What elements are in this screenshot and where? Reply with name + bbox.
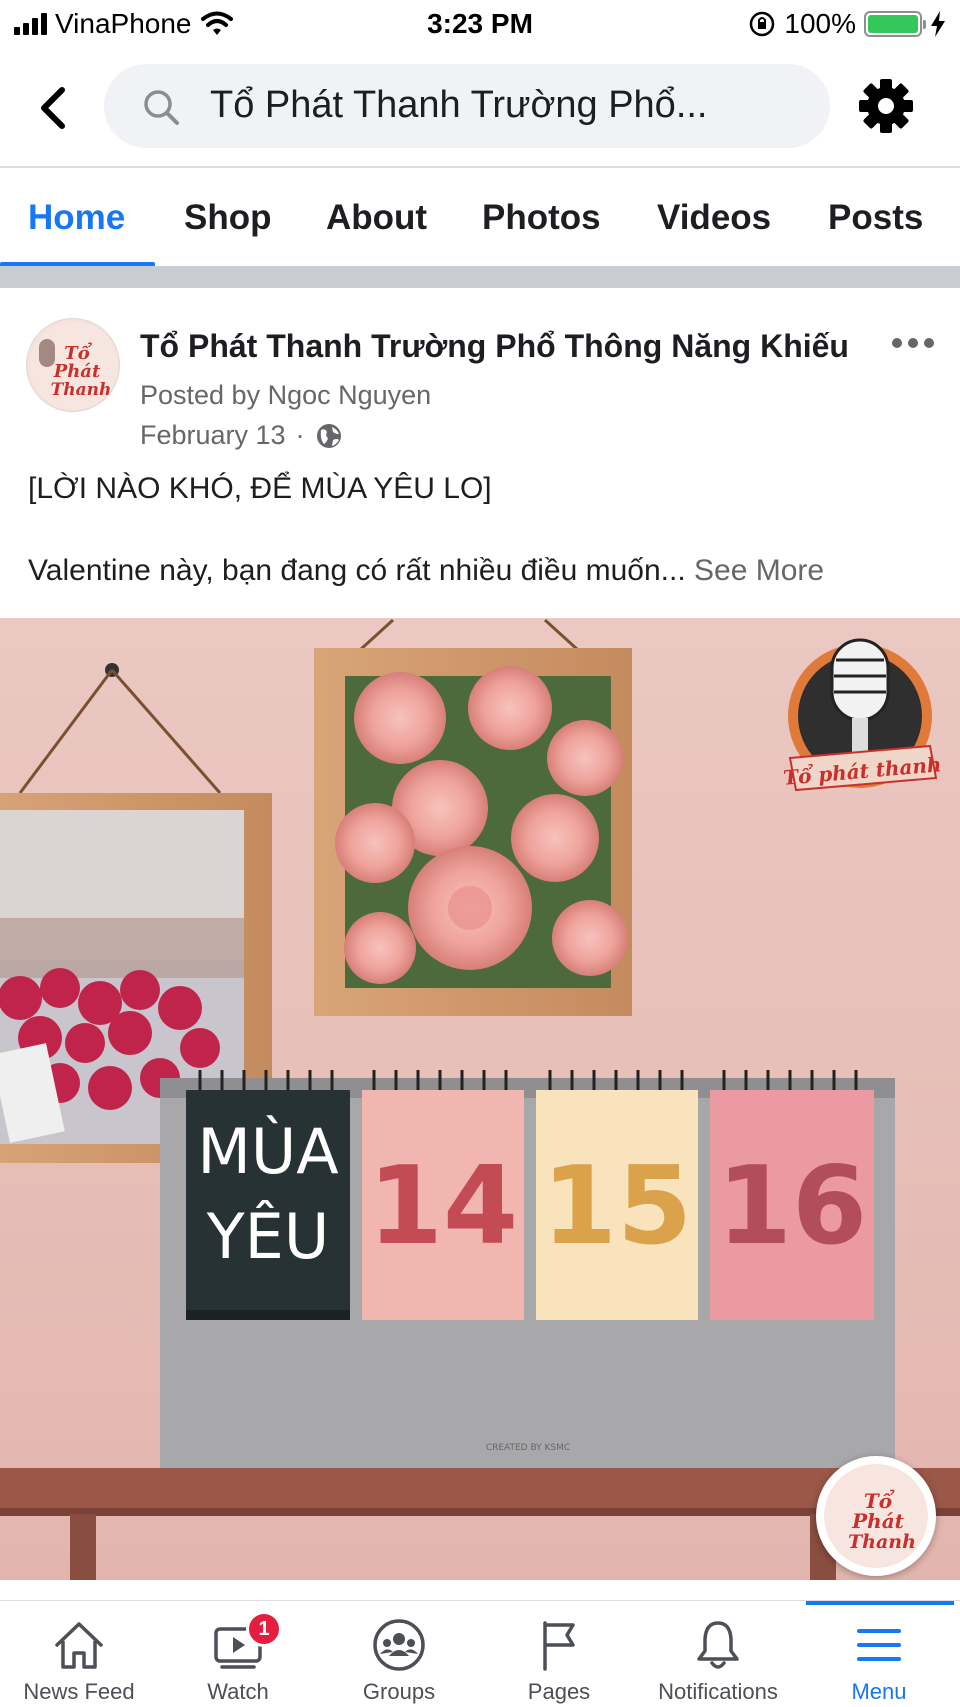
more-options-icon[interactable]: [892, 338, 934, 352]
page-tabs: Home Shop About Photos Videos Posts: [0, 168, 960, 268]
post-headline: [LỜI NÀO KHÓ, ĐỂ MÙA YÊU LO]: [28, 472, 492, 505]
search-header: Tổ Phát Thanh Trường Phổ...: [0, 56, 960, 166]
bottom-nav-bar: News Feed 1 Watch Groups Pages Notificat…: [0, 1600, 960, 1707]
tab-videos[interactable]: Videos: [657, 198, 771, 238]
floating-avatar-logo: Tổ Phát Thanh: [824, 1464, 928, 1568]
bell-icon: [697, 1621, 739, 1669]
posted-by: Posted by Ngoc Nguyen: [140, 380, 432, 410]
nav-groups[interactable]: Groups: [319, 1615, 479, 1705]
svg-text:Thanh: Thanh: [848, 1531, 916, 1553]
svg-text:Phát: Phát: [53, 361, 101, 382]
active-nav-indicator: [806, 1601, 954, 1605]
nav-label-groups: Groups: [362, 1679, 436, 1704]
nav-label-menu: Menu: [851, 1679, 907, 1704]
nav-pages[interactable]: Pages: [479, 1615, 639, 1705]
svg-text:CREATED BY KSMC: CREATED BY KSMC: [486, 1443, 570, 1453]
nav-notifications[interactable]: Notifications: [638, 1615, 798, 1705]
avatar-logo: Tổ Phát Thanh: [30, 322, 118, 410]
search-query: Tổ Phát Thanh Trường Phổ...: [210, 84, 708, 126]
search-input[interactable]: Tổ Phát Thanh Trường Phổ...: [104, 64, 830, 148]
post-body: Valentine này, bạn đang có rất nhiều điề…: [28, 554, 824, 588]
svg-text:Thanh: Thanh: [51, 380, 112, 400]
battery-icon: [864, 11, 926, 37]
calendar-card-14: 14: [368, 1144, 518, 1269]
tab-photos[interactable]: Photos: [482, 198, 601, 238]
page-avatar[interactable]: Tổ Phát Thanh: [26, 318, 120, 412]
status-right: 100%: [748, 8, 946, 40]
meta-separator: ·: [295, 420, 305, 450]
calendar-card-15: 15: [542, 1144, 692, 1269]
nav-menu[interactable]: Menu: [799, 1615, 959, 1705]
nav-label-pages: Pages: [527, 1679, 591, 1704]
nav-label-news-feed: News Feed: [23, 1679, 135, 1704]
tab-about[interactable]: About: [326, 198, 427, 238]
section-separator: [0, 266, 960, 288]
tab-shop[interactable]: Shop: [184, 198, 271, 238]
see-more-link[interactable]: See More: [694, 554, 824, 587]
globe-icon: [316, 423, 341, 448]
battery-percent: 100%: [784, 8, 856, 39]
nav-label-notifications: Notifications: [658, 1679, 778, 1704]
tab-posts[interactable]: Posts: [828, 198, 923, 238]
groups-icon: [373, 1619, 425, 1671]
nav-label-watch: Watch: [207, 1679, 269, 1704]
settings-gear-icon[interactable]: [856, 76, 916, 136]
back-button[interactable]: [34, 80, 74, 136]
floating-page-avatar[interactable]: Tổ Phát Thanh: [816, 1456, 936, 1576]
orientation-lock-icon: [750, 11, 775, 37]
valentine-calendar-illustration: Tổ phát thanh CREATED BY KSMC MÙA YÊU 14…: [0, 618, 960, 1580]
page-name-link[interactable]: Tổ Phát Thanh Trường Phổ Thông Năng Khiế…: [140, 328, 849, 365]
calendar-card-16: 16: [717, 1144, 867, 1269]
nav-news-feed[interactable]: News Feed: [0, 1615, 159, 1705]
tab-home[interactable]: Home: [28, 198, 125, 238]
calendar-card-2: YÊU: [206, 1200, 329, 1273]
charging-bolt-icon: [931, 11, 945, 37]
nav-watch[interactable]: 1 Watch: [158, 1611, 318, 1705]
svg-text:Phát: Phát: [851, 1509, 905, 1533]
post-meta: February 13 ·: [140, 420, 343, 451]
status-bar: VinaPhone 3:23 PM 100%: [0, 0, 960, 50]
menu-icon: [857, 1629, 901, 1661]
pages-flag-icon: [543, 1621, 575, 1671]
post-image[interactable]: Tổ phát thanh CREATED BY KSMC MÙA YÊU 14…: [0, 618, 960, 1580]
home-icon: [55, 1622, 103, 1669]
watch-notification-badge: 1: [246, 1611, 282, 1647]
post-body-text: Valentine này, bạn đang có rất nhiều điề…: [28, 554, 686, 587]
calendar-card-1: MÙA: [197, 1115, 338, 1188]
post-date[interactable]: February 13: [140, 420, 286, 451]
search-icon: [144, 90, 179, 125]
